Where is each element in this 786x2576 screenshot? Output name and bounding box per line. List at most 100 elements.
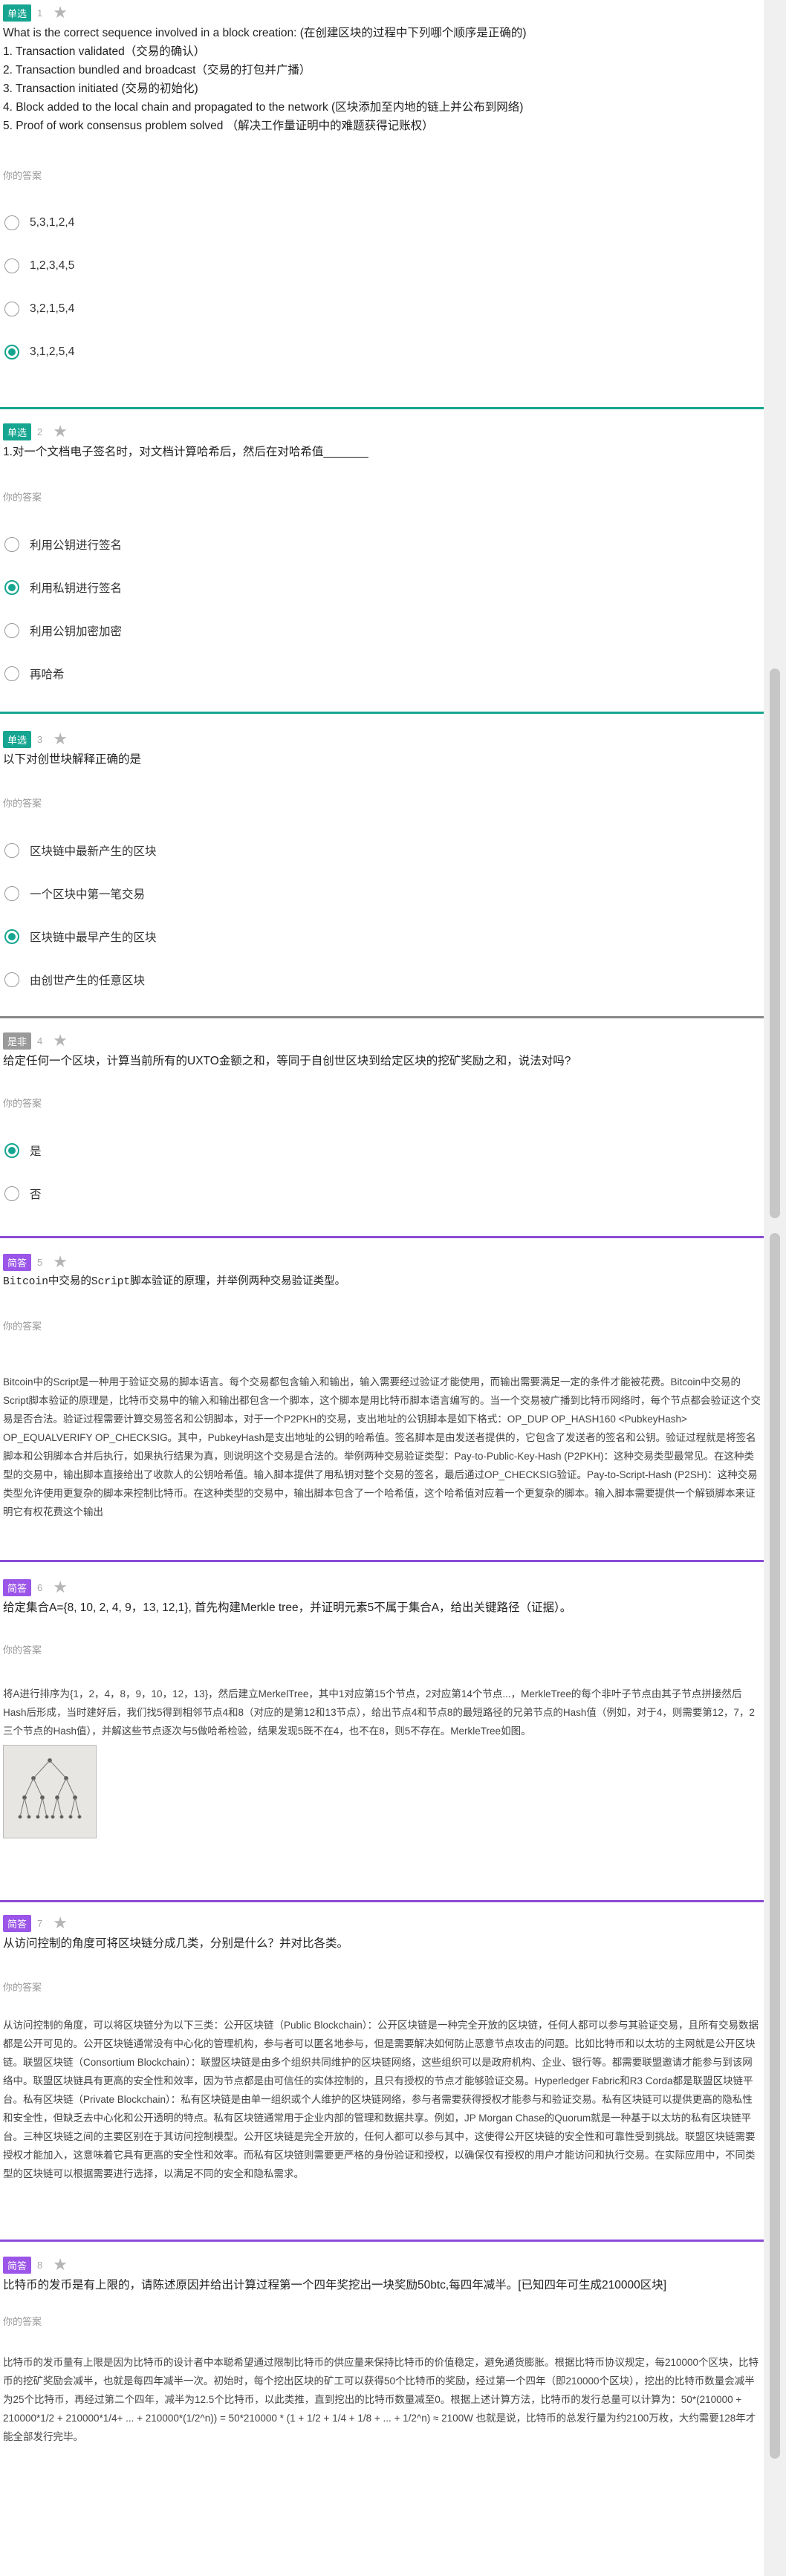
- divider: [0, 1016, 764, 1018]
- radio-button[interactable]: [4, 843, 19, 858]
- option[interactable]: 再哈希: [3, 652, 761, 695]
- question-number: 5: [37, 1256, 43, 1268]
- radio-button[interactable]: [4, 886, 19, 901]
- question-5: 简答 5 ★ Bitcoin中交易的Script脚本验证的原理，并举例两种交易验…: [0, 1251, 764, 1521]
- radio-button-checked[interactable]: [4, 345, 19, 360]
- option-label: 是: [30, 1145, 42, 1158]
- option-selected[interactable]: 3,1,2,5,4: [3, 331, 761, 374]
- radio-button[interactable]: [4, 972, 19, 987]
- answer-text: 将A进行排序为{1，2，4，8，9，10，12，13}，然后建立MerkelTr…: [3, 1688, 755, 1737]
- question-stem: Bitcoin中交易的Script脚本验证的原理，并举例两种交易验证类型。: [3, 1276, 346, 1288]
- stem-line: What is the correct sequence involved in…: [3, 27, 527, 39]
- stem-line: 2. Transaction bundled and broadcast（交易的…: [3, 64, 311, 77]
- option[interactable]: 5,3,1,2,4: [3, 201, 761, 244]
- answer-text: 从访问控制的角度，可以将区块链分为以下三类：公开区块链（Public Block…: [3, 2020, 759, 2179]
- question-type-badge: 是非: [3, 1032, 32, 1050]
- question-number: 3: [37, 733, 43, 745]
- scrollbar[interactable]: [764, 0, 786, 2576]
- radio-button[interactable]: [4, 302, 19, 316]
- radio-button-checked[interactable]: [4, 1143, 19, 1158]
- stem-line: 5. Proof of work consensus problem solve…: [3, 120, 434, 132]
- stem-line: 4. Block added to the local chain and pr…: [3, 101, 524, 114]
- question-2: 单选 2 ★ 1.对一个文档电子签名时，对文档计算哈希后，然后在对哈希值____…: [0, 420, 764, 695]
- option[interactable]: 3,2,1,5,4: [3, 287, 761, 331]
- option-label: 再哈希: [30, 669, 65, 681]
- question-stem: 给定集合A={8, 10, 2, 4, 9，13, 12,1}, 首先构建Mer…: [3, 1601, 572, 1614]
- radio-button[interactable]: [4, 258, 19, 273]
- star-icon[interactable]: ★: [53, 4, 68, 21]
- option[interactable]: 区块链中最新产生的区块: [3, 829, 761, 872]
- scrollbar-thumb-1[interactable]: [770, 669, 780, 1218]
- answer-label: 你的答案: [3, 1645, 42, 1656]
- answer-text: 比特币的发币量有上限是因为比特币的设计者中本聪希望通过限制比特币的供应量来保持比…: [3, 2357, 759, 2442]
- question-number: 1: [37, 7, 43, 19]
- star-icon[interactable]: ★: [53, 731, 68, 747]
- option[interactable]: 一个区块中第一笔交易: [3, 872, 761, 915]
- option[interactable]: 利用公钥进行签名: [3, 523, 761, 566]
- question-stem: 以下对创世块解释正确的是: [3, 753, 142, 766]
- option[interactable]: 由创世产生的任意区块: [3, 958, 761, 1001]
- option-selected[interactable]: 利用私钥进行签名: [3, 566, 761, 609]
- star-icon[interactable]: ★: [53, 423, 68, 440]
- answer-label: 你的答案: [3, 2316, 42, 2327]
- question-type-badge: 简答: [3, 1253, 32, 1271]
- star-icon[interactable]: ★: [53, 1579, 68, 1596]
- star-icon[interactable]: ★: [53, 1254, 68, 1270]
- stem-line: 3. Transaction initiated (交易的初始化): [3, 82, 198, 95]
- radio-button-checked[interactable]: [4, 580, 19, 595]
- divider: [0, 1900, 764, 1902]
- question-type-badge: 单选: [3, 4, 32, 22]
- answer-label: 你的答案: [3, 1098, 42, 1109]
- divider: [0, 2240, 764, 2242]
- radio-button[interactable]: [4, 666, 19, 681]
- option-label: 利用公钥进行签名: [30, 539, 123, 552]
- question-stem: 比特币的发币是有上限的，请陈述原因并给出计算过程第一个四年奖挖出一块奖励50bt…: [3, 2279, 667, 2292]
- option-label: 5,3,1,2,4: [30, 216, 75, 229]
- radio-button-checked[interactable]: [4, 929, 19, 944]
- star-icon[interactable]: ★: [53, 2257, 68, 2273]
- question-3: 单选 3 ★ 以下对创世块解释正确的是 你的答案 区块链中最新产生的区块 一个区…: [0, 728, 764, 1001]
- question-6: 简答 6 ★ 给定集合A={8, 10, 2, 4, 9，13, 12,1}, …: [0, 1576, 764, 1838]
- question-number: 8: [37, 2259, 43, 2271]
- question-type-badge: 简答: [3, 2256, 32, 2274]
- radio-button[interactable]: [4, 1186, 19, 1201]
- merkle-tree-image[interactable]: [3, 1745, 97, 1838]
- scrollbar-thumb-2[interactable]: [770, 1233, 780, 2459]
- option-label: 一个区块中第一笔交易: [30, 888, 146, 901]
- question-number: 2: [37, 426, 43, 438]
- answer-text: Bitcoin中的Script是一种用于验证交易的脚本语言。每个交易都包含输入和…: [3, 1376, 761, 1518]
- option-label: 3,1,2,5,4: [30, 345, 75, 358]
- divider: [0, 1236, 764, 1238]
- question-number: 6: [37, 1581, 43, 1593]
- answer-label: 你的答案: [3, 492, 42, 503]
- question-type-badge: 单选: [3, 730, 32, 748]
- question-stem: 从访问控制的角度可将区块链分成几类，分别是什么？并对比各类。: [3, 1937, 349, 1950]
- question-type-badge: 简答: [3, 1914, 32, 1932]
- star-icon[interactable]: ★: [53, 1032, 68, 1049]
- option[interactable]: 否: [3, 1172, 761, 1215]
- star-icon[interactable]: ★: [53, 1915, 68, 1931]
- option-label: 否: [30, 1188, 42, 1201]
- option-label: 3,2,1,5,4: [30, 302, 75, 315]
- radio-button[interactable]: [4, 537, 19, 552]
- question-type-badge: 简答: [3, 1578, 32, 1596]
- option-label: 利用私钥进行签名: [30, 582, 123, 595]
- option-label: 利用公钥加密加密: [30, 625, 123, 638]
- answer-label: 你的答案: [3, 170, 42, 181]
- answer-label: 你的答案: [3, 1982, 42, 1993]
- option-label: 区块链中最早产生的区块: [30, 931, 157, 944]
- question-stem: 1.对一个文档电子签名时，对文档计算哈希后，然后在对哈希值_______: [3, 446, 368, 458]
- question-1: 单选 1 ★ What is the correct sequence invo…: [0, 1, 764, 374]
- radio-button[interactable]: [4, 215, 19, 230]
- question-stem: What is the correct sequence involved in…: [3, 24, 761, 135]
- question-8: 简答 8 ★ 比特币的发币是有上限的，请陈述原因并给出计算过程第一个四年奖挖出一…: [0, 2254, 764, 2446]
- divider: [0, 1560, 764, 1562]
- option-label: 1,2,3,4,5: [30, 259, 75, 272]
- option-selected[interactable]: 是: [3, 1129, 761, 1172]
- option-selected[interactable]: 区块链中最早产生的区块: [3, 915, 761, 958]
- option-label: 区块链中最新产生的区块: [30, 845, 157, 858]
- option[interactable]: 利用公钥加密加密: [3, 609, 761, 652]
- question-4: 是非 4 ★ 给定任何一个区块，计算当前所有的UXTO金额之和，等同于自创世区块…: [0, 1030, 764, 1215]
- radio-button[interactable]: [4, 623, 19, 638]
- option[interactable]: 1,2,3,4,5: [3, 244, 761, 287]
